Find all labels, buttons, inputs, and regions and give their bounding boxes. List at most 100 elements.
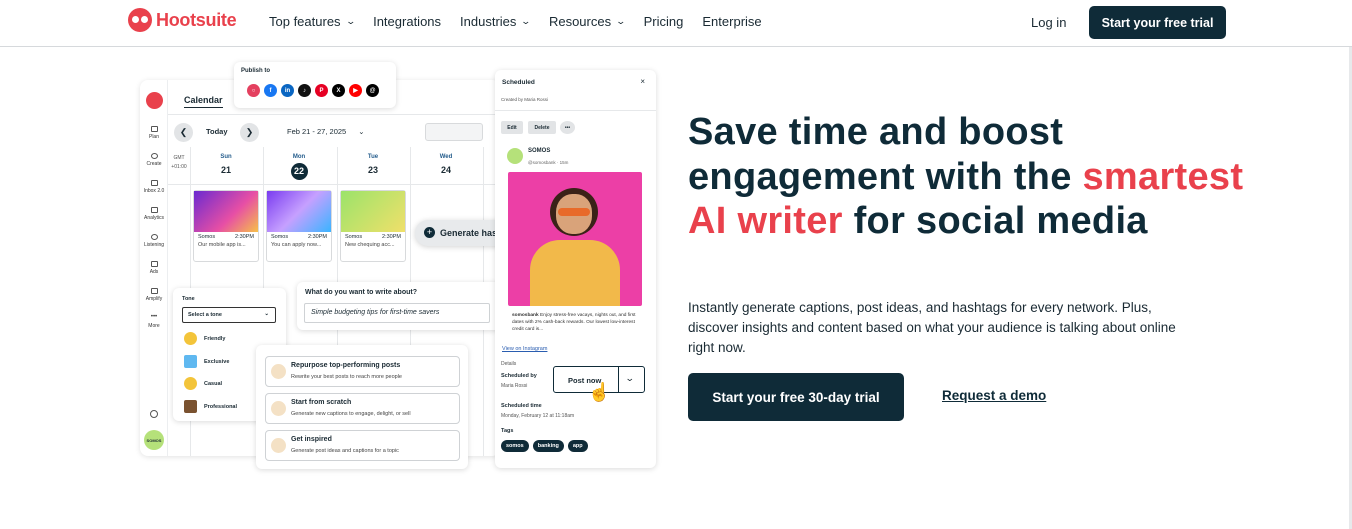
smile-icon [184,377,197,390]
grid-line [168,184,500,185]
chevron-down-icon: ⌄ [520,16,532,26]
app-sidebar: Plan Create Inbox 2.0 Analytics Listenin… [140,80,168,456]
calendar-tab[interactable]: Calendar [184,95,223,108]
start-30-day-trial-button[interactable]: Start your free 30-day trial [688,373,904,421]
chevron-left-icon: ❮ [179,127,188,137]
menu-pricing[interactable]: Pricing [644,14,684,29]
sparkle-icon [271,364,286,379]
tag[interactable]: app [567,440,588,452]
calendar-post[interactable]: Somos 2:30PM You can apply now... [266,190,332,262]
sidebar-item-amplify[interactable]: Amplify [140,288,168,302]
start-trial-button[interactable]: Start your free trial [1089,6,1226,39]
menu-integrations[interactable]: Integrations [373,14,441,29]
menu-industries[interactable]: Industries ⌄ [460,14,532,29]
tag[interactable]: somos [501,440,529,452]
sidebar-item-inbox[interactable]: Inbox 2.0 [140,180,168,194]
pinterest-icon[interactable]: P [315,84,328,97]
menu-top-features[interactable]: Top features ⌄ [269,14,356,29]
request-demo-link[interactable]: Request a demo [942,388,1046,403]
inbox-icon [150,180,158,186]
tone-option-exclusive[interactable]: Exclusive [184,355,229,368]
today-button[interactable]: Today [206,127,228,136]
youtube-icon[interactable]: ▶ [349,84,362,97]
timezone-label: GMT +01:00 [171,155,187,170]
topic-input[interactable]: Simple budgeting tips for first-time sav… [304,303,490,323]
instagram-icon[interactable]: ○ [247,84,260,97]
pin-icon [150,234,158,240]
smile-icon [184,332,197,345]
prev-week-button[interactable]: ❮ [174,123,193,142]
tag-list: somos banking app [501,440,588,452]
diamond-icon [184,355,197,368]
lightbulb-icon [271,438,286,453]
logo-text: Hootsuite [156,9,237,30]
login-link[interactable]: Log in [1031,15,1066,30]
tag[interactable]: banking [532,440,564,452]
tone-option-professional[interactable]: Professional [184,400,237,413]
close-icon[interactable]: × [640,77,645,86]
post-caption: somosbank Enjoy stress-free vacays, nigh… [512,313,636,332]
top-nav: Hootsuite Top features ⌄ Integrations Ind… [0,0,1352,47]
calendar-post[interactable]: Somos 2:30PM New chequing acc... [340,190,406,262]
calendar-icon [150,126,158,132]
get-inspired-option[interactable]: Get inspired Generate post ideas and capt… [265,430,460,461]
more-icon: ••• [150,314,158,320]
next-week-button[interactable]: ❯ [240,123,259,142]
day-mon: Mon 22 [263,154,335,180]
day-sun: Sun 21 [220,154,232,175]
delete-button[interactable]: Delete [528,121,556,134]
edit-button[interactable]: Edit [501,121,523,134]
sidebar-item-create[interactable]: Create [140,153,168,167]
divider [618,367,619,392]
day-wed: Wed 24 [439,154,453,175]
chevron-right-icon: ❯ [245,127,254,137]
chevron-down-icon[interactable]: ⌄ [625,373,635,384]
plus-icon [150,153,158,159]
briefcase-icon [184,400,197,413]
publish-to-card: Publish to ○ f in ♪ P X ▶ @ [234,62,396,108]
linkedin-icon[interactable]: in [281,84,294,97]
sidebar-item-plan[interactable]: Plan [140,126,168,140]
chevron-down-icon: ⌄ [264,311,269,317]
scheduled-panel: Scheduled × Created by Maria Rossi Edit … [495,70,656,468]
chevron-down-icon: ⌄ [345,16,356,26]
chevron-down-icon: ⌄ [615,16,627,26]
megaphone-icon [150,261,158,267]
sidebar-item-ads[interactable]: Ads [140,261,168,275]
main-menu: Top features ⌄ Integrations Industries ⌄ R… [269,14,781,29]
sidebar-item-listening[interactable]: Listening [140,234,168,248]
tone-option-friendly[interactable]: Friendly [184,332,225,345]
day-tue: Tue 23 [367,154,379,175]
amplify-icon [150,288,158,294]
menu-resources[interactable]: Resources ⌄ [549,14,627,29]
x-icon[interactable]: X [332,84,345,97]
tone-option-casual[interactable]: Casual [184,377,222,390]
facebook-icon[interactable]: f [264,84,277,97]
pencil-icon [271,401,286,416]
post-thumbnail [267,191,331,232]
hero-headline: Save time and boost engagement with the … [688,111,1244,242]
hootsuite-logo[interactable]: Hootsuite [128,8,237,32]
view-toggle[interactable] [425,123,483,141]
threads-icon[interactable]: @ [366,84,379,97]
menu-enterprise[interactable]: Enterprise [702,14,761,29]
tiktok-icon[interactable]: ♪ [298,84,311,97]
date-range-select[interactable]: Feb 21 - 27, 2025 ⌄ [287,127,365,136]
calendar-post[interactable]: Somos 2:30PM Our mobile app is... [193,190,259,262]
post-image [508,172,642,306]
bar-chart-icon [150,207,158,213]
owl-icon [146,92,163,109]
help-icon[interactable] [140,410,168,420]
tone-select[interactable]: Select a tone ⌄ [182,307,276,323]
sidebar-item-more[interactable]: ••• More [140,314,168,329]
repurpose-option[interactable]: Repurpose top-performing posts Rewrite yo… [265,356,460,387]
start-scratch-option[interactable]: Start from scratch Generate new captions … [265,393,460,424]
ai-options-card: Repurpose top-performing posts Rewrite yo… [256,345,468,469]
post-thumbnail [194,191,258,232]
pointer-hand-icon: ☝ [588,382,611,402]
view-on-instagram-link[interactable]: View on Instagram [502,346,547,352]
write-about-card: What do you want to write about? Simple … [297,282,501,330]
sidebar-item-analytics[interactable]: Analytics [140,207,168,221]
more-icon[interactable]: ••• [560,121,575,134]
avatar[interactable]: SOMOS [144,430,164,450]
